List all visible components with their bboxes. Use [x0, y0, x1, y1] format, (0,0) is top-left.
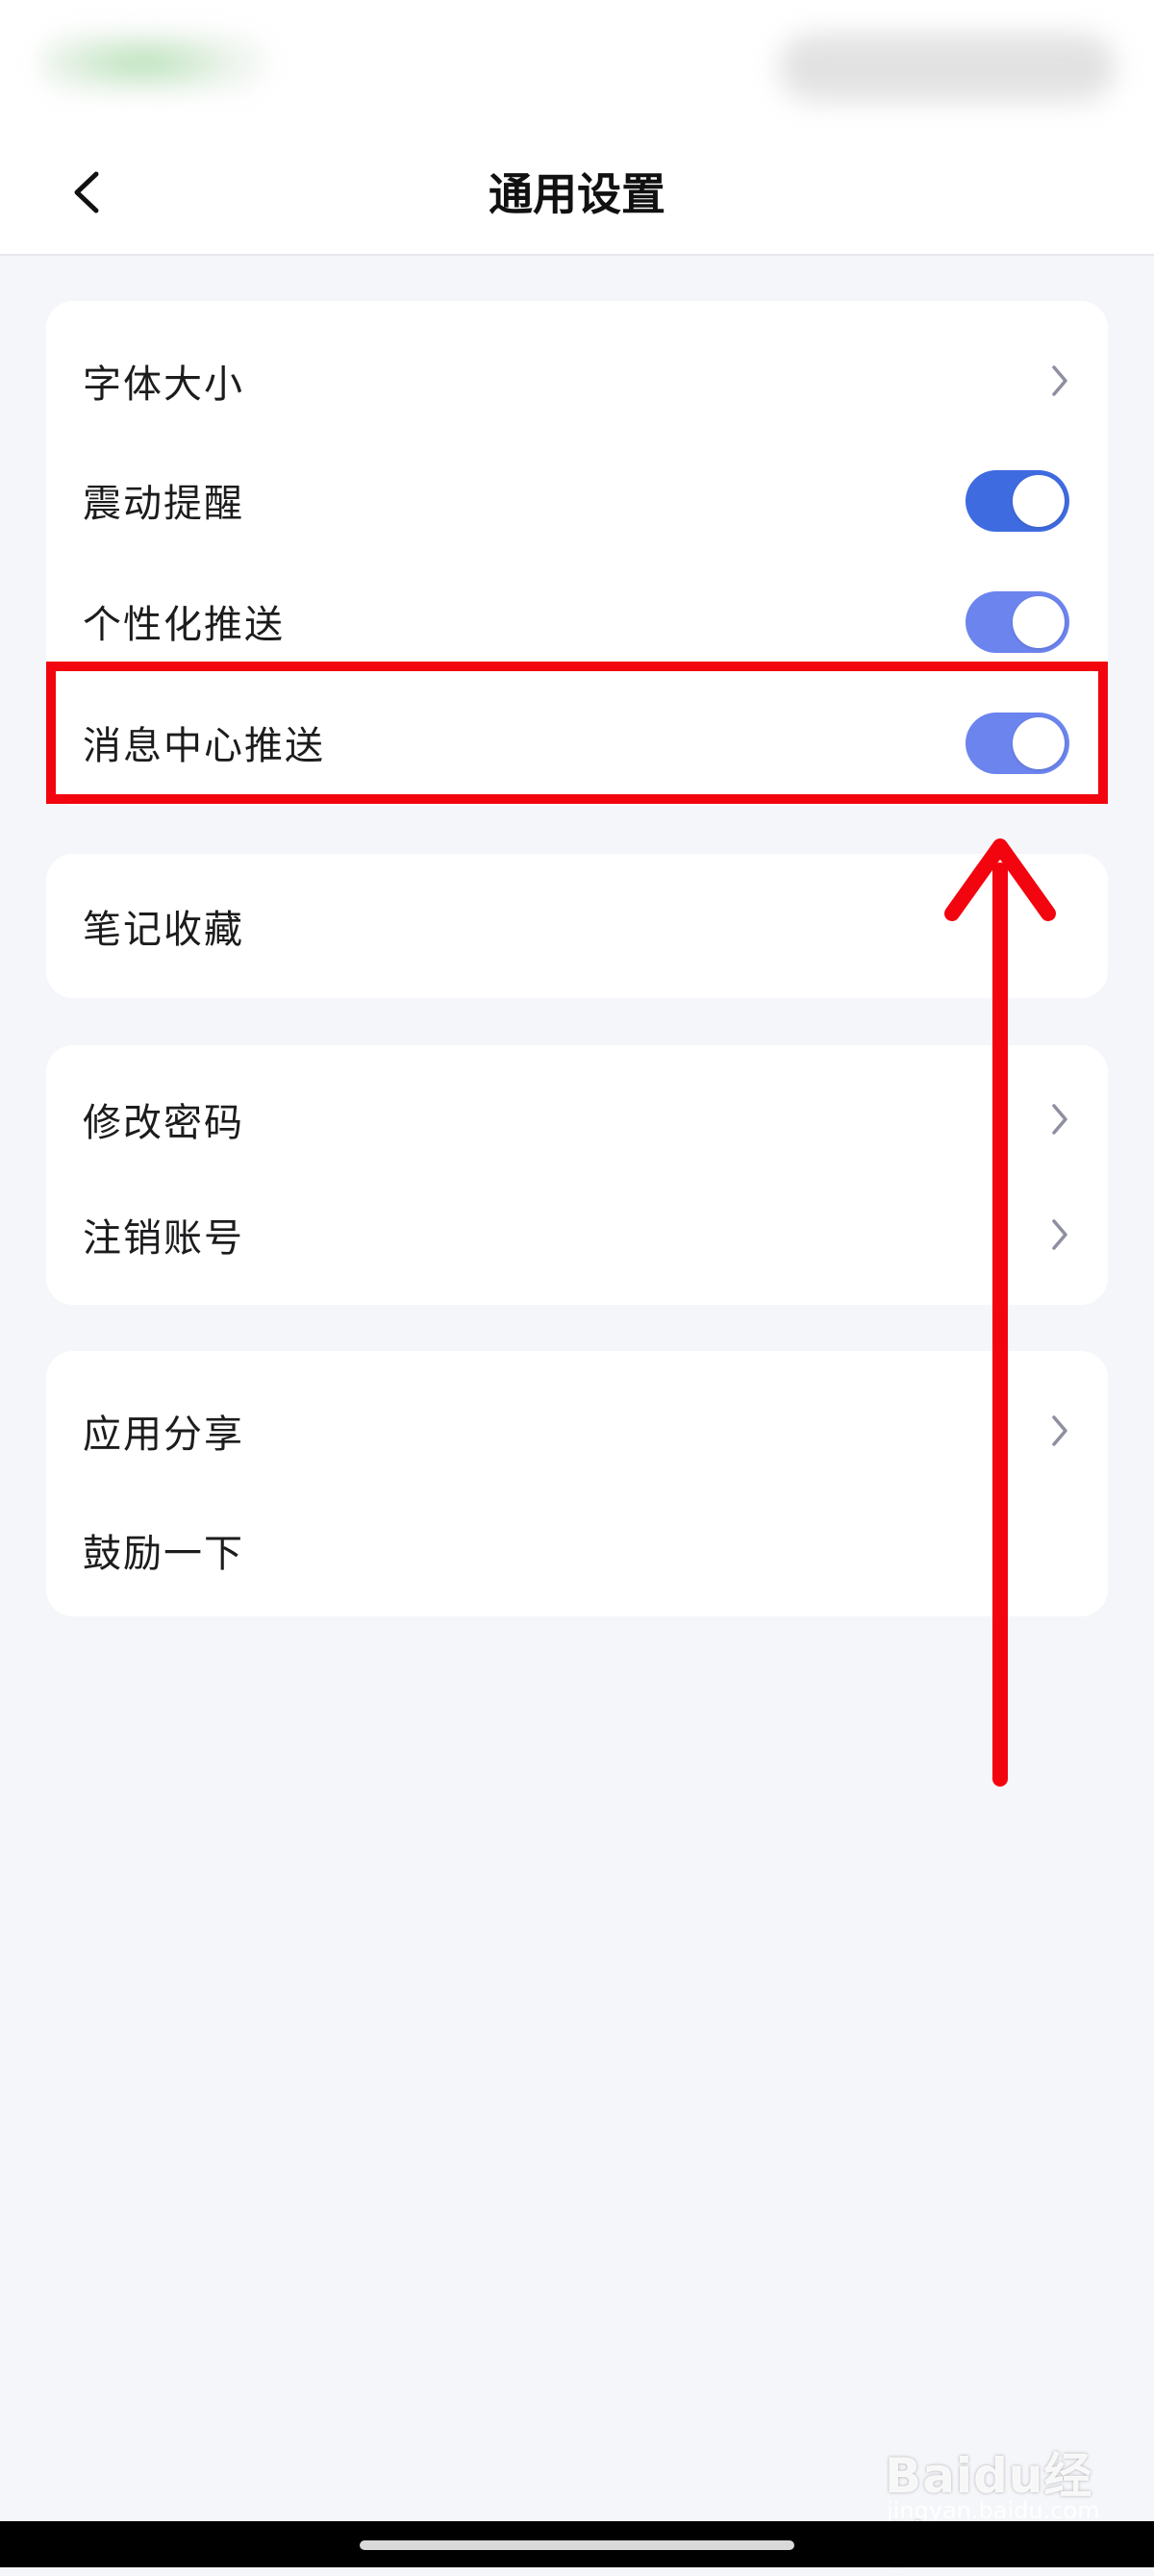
settings-card-general: 字体大小 震动提醒 个性化推送 消息中心推送 [46, 301, 1108, 806]
settings-row-message-center-push: 消息中心推送 [46, 689, 1108, 795]
page-title: 通用设置 [489, 168, 665, 220]
settings-row-label: 应用分享 [83, 1413, 244, 1457]
settings-row-label: 鼓励一下 [83, 1532, 244, 1576]
toggle-knob [1013, 475, 1065, 527]
settings-row-label: 消息中心推送 [83, 724, 325, 768]
system-nav-bar [0, 2521, 1154, 2567]
settings-row-share-app[interactable]: 应用分享 [46, 1378, 1108, 1484]
settings-card-notes: 笔记收藏 [46, 854, 1108, 998]
chevron-right-icon [1041, 1100, 1079, 1138]
toggle-knob [1013, 717, 1065, 769]
settings-row-encourage[interactable]: 鼓励一下 [46, 1497, 1108, 1603]
watermark: Baidu经验 jingyan.baidu.com [875, 2438, 1125, 2573]
settings-row-font-size[interactable]: 字体大小 [46, 328, 1108, 434]
chevron-right-icon [1041, 362, 1079, 400]
settings-row-label: 修改密码 [83, 1101, 244, 1145]
toggle-knob [1013, 596, 1065, 648]
status-bar-blurred-right [779, 34, 1116, 101]
settings-row-label: 注销账号 [83, 1216, 244, 1261]
settings-row-note-favorites[interactable]: 笔记收藏 [46, 873, 1108, 979]
settings-row-label: 个性化推送 [83, 603, 285, 647]
status-bar [0, 0, 1154, 135]
header: 通用设置 [0, 135, 1154, 256]
watermark-url: jingyan.baidu.com [887, 2497, 1100, 2524]
chevron-right-icon [1041, 1215, 1079, 1254]
settings-row-vibration: 震动提醒 [46, 447, 1108, 553]
settings-row-delete-account[interactable]: 注销账号 [46, 1182, 1108, 1288]
chevron-right-icon [1041, 1412, 1079, 1450]
settings-card-account: 修改密码 注销账号 [46, 1045, 1108, 1305]
settings-row-personalized-push: 个性化推送 [46, 568, 1108, 674]
message-center-push-toggle[interactable] [966, 713, 1069, 774]
personalized-push-toggle[interactable] [966, 591, 1069, 653]
vibration-toggle[interactable] [966, 470, 1069, 532]
settings-row-label: 笔记收藏 [83, 908, 244, 952]
settings-row-label: 震动提醒 [83, 482, 244, 526]
settings-row-label: 字体大小 [83, 363, 244, 407]
status-bar-blurred-left [38, 29, 269, 96]
settings-card-share: 应用分享 鼓励一下 [46, 1351, 1108, 1616]
settings-row-change-password[interactable]: 修改密码 [46, 1066, 1108, 1172]
home-indicator[interactable] [360, 2540, 794, 2550]
chevron-left-icon [74, 171, 99, 213]
back-button[interactable] [48, 154, 125, 231]
